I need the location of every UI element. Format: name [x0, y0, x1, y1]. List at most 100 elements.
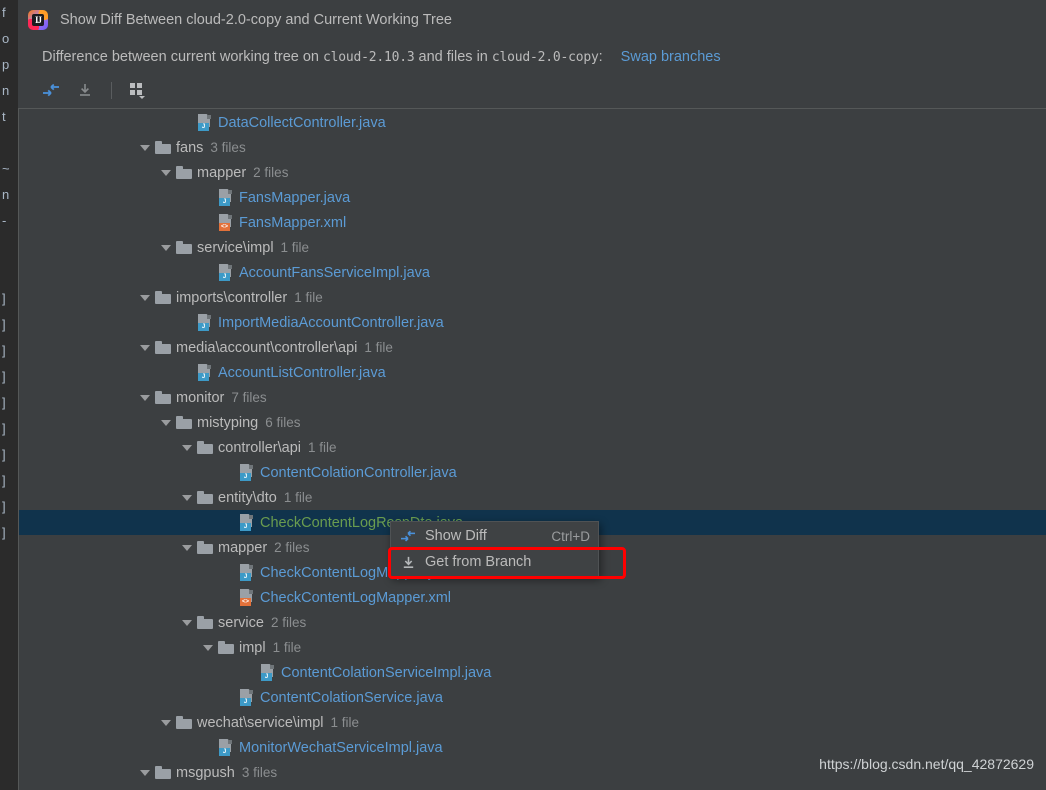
tree-file-row[interactable]: J ContentColationController.java: [19, 460, 1046, 485]
tree-folder-row[interactable]: entity\dto 1 file: [19, 485, 1046, 510]
changed-files-tree[interactable]: J DataCollectController.java fans 3 files ma…: [19, 109, 1046, 790]
folder-icon: [155, 391, 171, 405]
chevron-down-icon[interactable]: [139, 141, 152, 154]
background-text-fragment: ~: [2, 161, 10, 176]
chevron-down-icon[interactable]: [160, 416, 173, 429]
changed-files-tree-panel[interactable]: J DataCollectController.java fans 3 files ma…: [18, 108, 1046, 790]
tree-file-row[interactable]: J ImportMediaAccountController.java: [19, 310, 1046, 335]
logo-letters: IJ: [32, 14, 44, 26]
other-branch-name: cloud-2.0-copy: [491, 49, 599, 65]
show-diff-dialog: IJ Show Diff Between cloud-2.0-copy and …: [18, 0, 1046, 790]
file-count-label: 2 files: [274, 540, 310, 555]
tree-folder-row[interactable]: service 2 files: [19, 610, 1046, 635]
file-name: AccountListController.java: [218, 364, 386, 381]
tree-folder-row[interactable]: imports\controller 1 file: [19, 285, 1046, 310]
background-text-fragment: [0, 260, 18, 286]
tree-file-row[interactable]: <> CheckContentLogMapper.xml: [19, 585, 1046, 610]
tree-file-row[interactable]: J ContentColationService.java: [19, 685, 1046, 710]
folder-icon: [176, 416, 192, 430]
group-by-button[interactable]: [123, 77, 153, 103]
folder-name: mapper: [197, 164, 247, 181]
background-text-fragment: ]: [2, 343, 6, 358]
chevron-down-icon[interactable]: [181, 616, 194, 629]
background-text-fragment: f: [2, 5, 6, 20]
toolbar-separator: [111, 81, 112, 99]
background-text-fragment: [0, 234, 18, 260]
tree-file-row[interactable]: J AccountListController.java: [19, 360, 1046, 385]
chevron-down-icon[interactable]: [202, 641, 215, 654]
java-file-icon: J: [218, 739, 234, 756]
file-name: ContentColationService.java: [260, 689, 443, 706]
group-by-grid-icon: [130, 82, 145, 99]
context-menu-item-label: Get from Branch: [425, 554, 532, 570]
tree-file-row[interactable]: J AccountFansServiceImpl.java: [19, 260, 1046, 285]
watermark-text: https://blog.csdn.net/qq_42872629: [819, 756, 1034, 772]
tree-folder-row[interactable]: controller\api 1 file: [19, 435, 1046, 460]
tree-file-row[interactable]: J FansMapper.java: [19, 185, 1046, 210]
intellij-idea-logo-icon: IJ: [28, 10, 48, 30]
tree-folder-row[interactable]: impl 1 file: [19, 635, 1046, 660]
folder-name: impl: [239, 639, 266, 656]
java-file-icon: J: [218, 189, 234, 206]
chevron-down-icon[interactable]: [181, 491, 194, 504]
tree-folder-row[interactable]: monitor 7 files: [19, 385, 1046, 410]
dialog-titlebar: IJ Show Diff Between cloud-2.0-copy and …: [18, 0, 1046, 40]
folder-icon: [155, 766, 171, 780]
background-text-fragment: n: [2, 83, 10, 98]
folder-name: mapper: [218, 539, 268, 556]
difference-description: Difference between current working tree …: [18, 40, 1046, 74]
background-text-fragment: ]: [2, 447, 6, 462]
file-name: MonitorWechatServiceImpl.java: [239, 739, 443, 756]
xml-file-icon: <>: [218, 214, 234, 231]
folder-name: wechat\service\impl: [197, 714, 324, 731]
swap-branches-link[interactable]: Swap branches: [621, 49, 721, 65]
chevron-down-icon[interactable]: [139, 341, 152, 354]
xml-file-icon: <>: [239, 589, 255, 606]
chevron-down-icon[interactable]: [160, 166, 173, 179]
chevron-down-icon[interactable]: [139, 391, 152, 404]
folder-icon: [176, 716, 192, 730]
java-file-icon: J: [239, 514, 255, 531]
background-text-fragment: ]: [2, 369, 6, 384]
folder-icon: [197, 441, 213, 455]
download-arrow-icon: [399, 554, 417, 570]
chevron-down-icon[interactable]: [160, 241, 173, 254]
tree-file-row[interactable]: J DataCollectController.java: [19, 110, 1046, 135]
file-count-label: 6 files: [265, 415, 301, 430]
file-count-label: 1 file: [364, 340, 393, 355]
folder-icon: [155, 291, 171, 305]
tree-folder-row[interactable]: media\account\controller\api 1 file: [19, 335, 1046, 360]
chevron-down-icon[interactable]: [139, 291, 152, 304]
java-file-icon: J: [218, 264, 234, 281]
folder-icon: [176, 166, 192, 180]
chevron-down-icon[interactable]: [139, 766, 152, 779]
tree-folder-row[interactable]: wechat\service\impl 1 file: [19, 710, 1046, 735]
tree-folder-row[interactable]: mistyping 6 files: [19, 410, 1046, 435]
show-diff-button[interactable]: [36, 77, 66, 103]
folder-name: imports\controller: [176, 289, 288, 306]
file-name: ContentColationServiceImpl.java: [281, 664, 492, 681]
chevron-down-icon[interactable]: [181, 441, 194, 454]
file-name: ImportMediaAccountController.java: [218, 314, 444, 331]
dialog-title: Show Diff Between cloud-2.0-copy and Cur…: [60, 12, 452, 28]
background-text-fragment: t: [2, 109, 6, 124]
file-count-label: 2 files: [253, 165, 289, 180]
tree-folder-row[interactable]: fans 3 files: [19, 135, 1046, 160]
chevron-down-icon[interactable]: [181, 541, 194, 554]
get-from-branch-button[interactable]: [70, 77, 100, 103]
background-text-fragment: ]: [2, 395, 6, 410]
context-menu-item[interactable]: Show Diff Ctrl+D: [391, 523, 598, 549]
context-menu[interactable]: Show Diff Ctrl+D Get from Branch: [390, 521, 599, 577]
file-name: FansMapper.xml: [239, 214, 347, 231]
background-text-fragment: ]: [2, 499, 6, 514]
tree-file-row[interactable]: <> FansMapper.xml: [19, 210, 1046, 235]
background-text-fragment: [0, 130, 18, 156]
tree-folder-row[interactable]: service\impl 1 file: [19, 235, 1046, 260]
tree-file-row[interactable]: J ContentColationServiceImpl.java: [19, 660, 1046, 685]
desc-colon: :: [598, 49, 603, 65]
context-menu-item[interactable]: Get from Branch: [391, 549, 598, 575]
chevron-down-icon[interactable]: [160, 716, 173, 729]
java-file-icon: J: [239, 464, 255, 481]
tree-folder-row[interactable]: mapper 2 files: [19, 160, 1046, 185]
file-name: DataCollectController.java: [218, 114, 386, 131]
